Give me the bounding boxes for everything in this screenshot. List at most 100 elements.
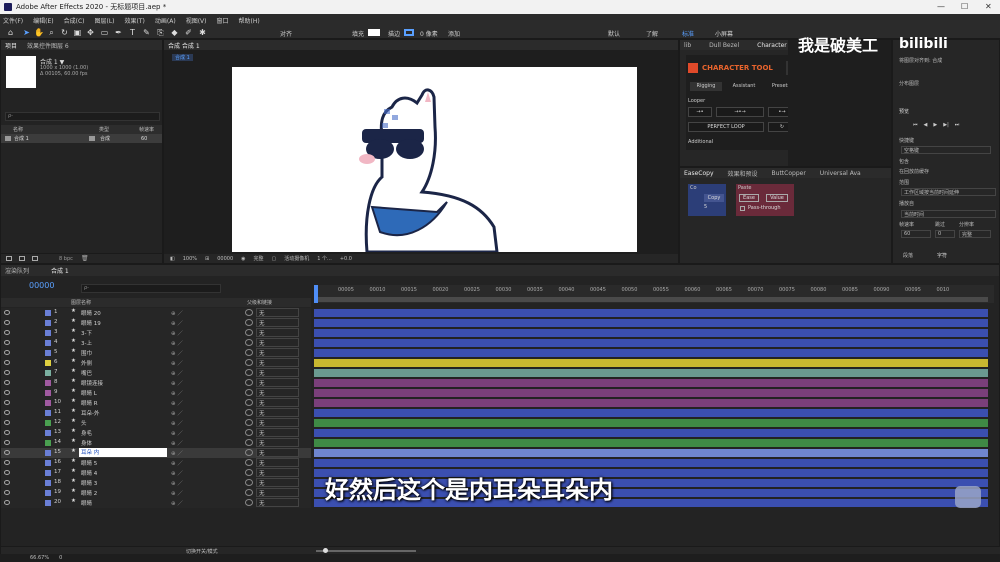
layer-duration-bar[interactable] [314,329,988,337]
skip-dropdown[interactable]: 0 [935,230,955,238]
align-checkbox-label[interactable]: 对齐 [280,29,292,38]
layer-switches[interactable]: ⊕ ／ [171,429,183,437]
fill-swatch[interactable] [368,29,380,36]
col-name[interactable]: 名称 [13,126,23,133]
tab-buttcopper[interactable]: ButtCopper [772,170,806,177]
layer-duration-bar[interactable] [314,399,988,407]
parent-dropdown[interactable]: 无 [256,358,299,367]
last-frame-icon[interactable]: ⏭ [955,122,960,128]
tab-render-queue[interactable]: 渲染队列 [5,266,29,275]
layer-duration-bar[interactable] [314,349,988,357]
loop-in-button[interactable]: →• [688,107,712,117]
parent-dropdown[interactable]: 无 [256,428,299,437]
menu-effect[interactable]: 效果(T) [125,16,145,25]
layer-switches[interactable]: ⊕ ／ [171,309,183,317]
layer-row[interactable]: 9 ★ 眼睛 L ⊕ ／ 无 [1,388,311,398]
parent-pickwhip-icon[interactable] [245,319,253,326]
tab-character[interactable]: 字符 [937,252,947,259]
snapshot-icon[interactable]: ◧ [170,256,175,262]
visibility-eye-icon[interactable] [4,440,10,445]
ease-button[interactable]: Ease [739,194,759,202]
layer-name[interactable]: 头 [81,419,87,427]
minimize-button[interactable]: — [937,2,945,11]
type-tool-icon[interactable]: T [128,28,137,37]
layer-name[interactable]: 眼睛 20 [81,309,101,317]
layer-row[interactable]: 13 ★ 身毛 ⊕ ／ 无 [1,428,311,438]
add-button[interactable]: 添加 [448,29,460,38]
layer-duration-bar[interactable] [314,319,988,327]
layer-row[interactable]: 8 ★ 眼镜连接 ⊕ ／ 无 [1,378,311,388]
layer-name[interactable]: 眼睛 5 [81,459,97,467]
layer-label-color[interactable] [45,460,51,466]
layer-label-color[interactable] [45,370,51,376]
parent-dropdown[interactable]: 无 [256,368,299,377]
parent-pickwhip-icon[interactable] [245,409,253,416]
zoom-slider-handle[interactable] [323,548,328,553]
layer-row[interactable]: 18 ★ 眼睛 3 ⊕ ／ 无 [1,478,311,488]
layer-label-color[interactable] [45,380,51,386]
close-button[interactable]: ✕ [985,2,992,11]
layer-duration-bar[interactable] [314,339,988,347]
layer-name[interactable]: 眼睛 R [81,399,98,407]
parent-dropdown[interactable]: 无 [256,468,299,477]
col-fps[interactable]: 帧速率 [139,126,154,133]
layer-name[interactable]: 眼睛 19 [81,319,101,327]
tab-effect-controls[interactable]: 效果控件图层 6 [27,41,69,50]
layer-name[interactable]: 眼睛 2 [81,489,97,497]
layer-name[interactable]: 眼睛 L [81,389,97,397]
layer-switches[interactable]: ⊕ ／ [171,459,183,467]
parent-dropdown[interactable]: 无 [256,348,299,357]
parent-pickwhip-icon[interactable] [245,359,253,366]
time-ruler[interactable]: 00005 00010 00015 00020 00025 00030 00035 00040… [314,285,994,303]
parent-pickwhip-icon[interactable] [245,309,253,316]
parent-dropdown[interactable]: 无 [256,398,299,407]
workspace-small-screen[interactable]: 小屏幕 [715,29,733,38]
tab-universal-ava[interactable]: Universal Ava [820,170,861,177]
parent-dropdown[interactable]: 无 [256,388,299,397]
layer-label-color[interactable] [45,390,51,396]
comp-breadcrumb[interactable]: 合成 1 [172,54,193,61]
parent-dropdown[interactable]: 无 [256,498,299,507]
layer-label-color[interactable] [45,410,51,416]
layer-duration-bar[interactable] [314,369,988,377]
interpret-footage-icon[interactable] [6,256,12,261]
tab-project[interactable]: 项目 [5,41,17,50]
next-frame-icon[interactable]: ▶| [943,122,949,128]
views-dropdown[interactable]: 1 个... [317,255,332,262]
workspace-learn[interactable]: 了解 [646,29,658,38]
col-type[interactable]: 类型 [99,126,109,133]
parent-pickwhip-icon[interactable] [245,369,253,376]
layer-row[interactable]: 11 ★ 耳朵-外 ⊕ ／ 无 [1,408,311,418]
work-area-bar[interactable] [314,297,988,302]
copy-button[interactable]: Copy [704,194,724,202]
resolution-dropdown-preview[interactable]: 完整 [959,230,991,238]
menu-layer[interactable]: 图层(L) [95,16,115,25]
comp-viewer-canvas[interactable] [232,67,637,252]
layer-switches[interactable]: ⊕ ／ [171,389,183,397]
maximize-button[interactable]: ☐ [961,2,968,11]
tab-effects-presets[interactable]: 效果和预设 [728,169,758,178]
visibility-eye-icon[interactable] [4,400,10,405]
parent-pickwhip-icon[interactable] [245,349,253,356]
visibility-eye-icon[interactable] [4,380,10,385]
parent-dropdown[interactable]: 无 [256,378,299,387]
parent-pickwhip-icon[interactable] [245,389,253,396]
layer-name[interactable]: 身体 [81,439,92,447]
tab-easecopy[interactable]: EaseCopy [684,170,714,177]
layer-switches[interactable]: ⊕ ／ [171,359,183,367]
puppet-tool-icon[interactable]: ✱ [198,28,207,37]
layer-label-color[interactable] [45,420,51,426]
layer-label-color[interactable] [45,500,51,506]
layer-switches[interactable]: ⊕ ／ [171,349,183,357]
layer-switches[interactable]: ⊕ ／ [171,489,183,497]
grid-icon[interactable]: ⊞ [205,256,209,262]
layer-row[interactable]: 5 ★ 围巾 ⊕ ／ 无 [1,348,311,358]
tab-paragraph[interactable]: 段落 [903,252,913,259]
timeline-search-input[interactable]: ρ- [81,284,221,293]
pen-tool-icon[interactable]: ✒ [114,28,123,37]
layer-name[interactable]: 嘴巴 [81,369,92,377]
parent-dropdown[interactable]: 无 [256,308,299,317]
layer-row[interactable]: 14 ★ 身体 ⊕ ／ 无 [1,438,311,448]
layer-row[interactable]: 3 ★ 3-下 ⊕ ／ 无 [1,328,311,338]
value-button[interactable]: Value [766,194,788,202]
